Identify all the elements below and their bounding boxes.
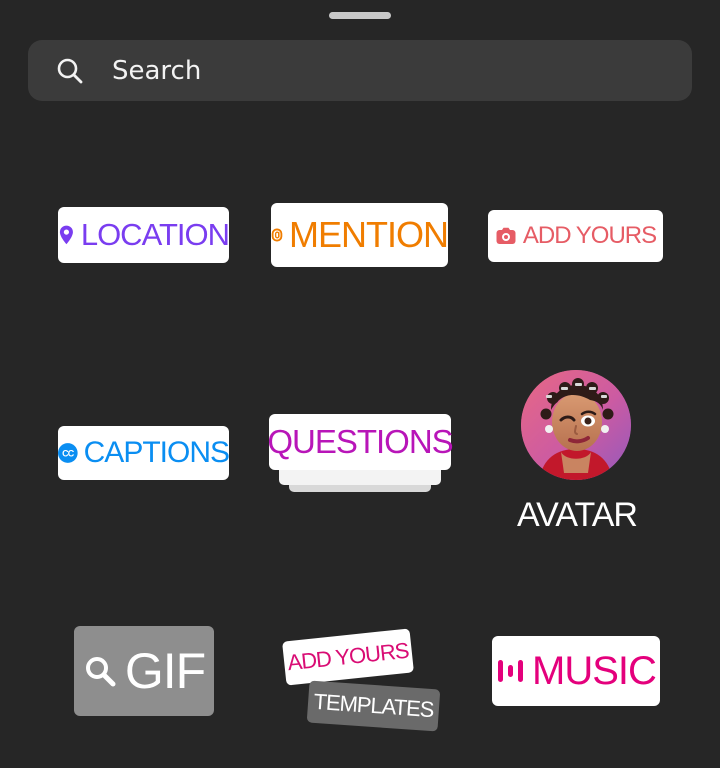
search-icon (57, 58, 83, 83)
gif-sticker[interactable]: GIF (74, 626, 214, 716)
search-bar[interactable] (28, 40, 692, 101)
avatar-character-image (521, 370, 631, 480)
closed-captions-icon: CC (58, 443, 78, 463)
add-yours-templates-sticker[interactable]: ADD YOURS TEMPLATES (280, 628, 445, 733)
gif-sticker-label: GIF (124, 643, 206, 699)
location-sticker-label: LOCATION (80, 217, 229, 252)
avatar-sticker[interactable]: AVATAR (507, 370, 647, 535)
sticker-picker-sheet: LOCATION MENTION ADD YOURS CC CAPTIONS Q… (0, 0, 720, 768)
mention-at-icon (271, 228, 283, 242)
captions-sticker-label: CAPTIONS (83, 436, 229, 469)
captions-sticker[interactable]: CC CAPTIONS (58, 426, 229, 480)
search-icon (85, 657, 116, 687)
sheet-grabber-handle[interactable] (329, 12, 391, 19)
music-bars-icon (498, 660, 524, 682)
music-sticker-label: MUSIC (532, 648, 657, 693)
questions-sticker[interactable]: QUESTIONS (267, 414, 454, 496)
templates-add-yours-label: ADD YOURS (286, 637, 410, 676)
location-sticker[interactable]: LOCATION (58, 207, 229, 263)
add-yours-sticker[interactable]: ADD YOURS (488, 210, 663, 262)
templates-card: TEMPLATES (306, 680, 441, 732)
templates-label: TEMPLATES (312, 688, 435, 723)
mention-sticker-label: MENTION (289, 214, 448, 255)
captions-icon-text: CC (62, 448, 75, 458)
location-pin-icon (59, 225, 73, 245)
mention-sticker[interactable]: MENTION (271, 203, 448, 267)
camera-icon (496, 227, 516, 244)
questions-sticker-card: QUESTIONS (267, 414, 454, 470)
add-yours-sticker-label: ADD YOURS (522, 222, 657, 249)
questions-sticker-label: QUESTIONS (267, 423, 453, 460)
avatar-sticker-label: AVATAR (517, 496, 638, 534)
templates-add-yours-card: ADD YOURS (282, 628, 414, 686)
music-sticker[interactable]: MUSIC (492, 636, 660, 706)
search-input[interactable] (112, 55, 652, 86)
